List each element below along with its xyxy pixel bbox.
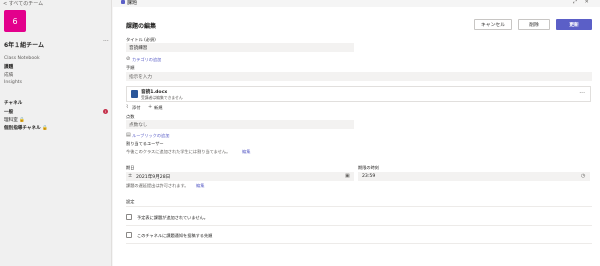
add-category-link[interactable]: カテゴリの追加 [132,57,161,63]
back-to-teams-link[interactable]: < すべてのチーム [3,0,43,7]
app-title: 課題 [127,0,138,6]
new-button[interactable]: 新規 [154,105,162,111]
plus-icon: + [148,104,153,110]
attachment-permission: 受講者は編集できません [141,95,183,100]
nav-assignments[interactable]: 課題 [4,64,13,70]
instructions-label: 手順 [126,65,135,70]
divider [126,225,592,226]
date-dropdown-icon[interactable]: ▣ [345,173,350,179]
attach-button[interactable]: 添付 [132,105,140,111]
nav-grades[interactable]: 成績 [4,72,13,78]
points-input[interactable]: 点数なし [126,120,354,129]
attachment-card[interactable]: 音読1.docx 受講者は編集できません ··· [126,86,591,102]
notify-setting-icon[interactable] [126,232,132,238]
alert-badge: ! [103,109,108,114]
calendar-setting-icon[interactable] [126,214,132,220]
team-sidebar: < すべてのチーム 6 6年１組チーム ··· Class Notebook 課… [0,0,112,266]
assign-info: 今後このクラスに追加された学生には割り当てません。 [126,149,231,154]
late-edit-link[interactable]: 編集 [196,183,204,189]
app-header [113,0,600,6]
update-button[interactable]: 更新 [556,19,592,30]
calendar-setting-text: 予定表に課題が追加されていません。 [137,215,208,220]
assign-edit-link[interactable]: 編集 [242,149,250,155]
teams-window: { "sidebar": { "back_label": "< すべてのチーム"… [0,0,600,266]
assignments-app-icon [121,0,125,4]
instructions-input[interactable]: 指示を入力 [126,72,592,81]
team-name: 6年１組チーム [4,42,44,49]
discard-button[interactable]: 削除 [518,19,550,30]
title-input[interactable]: 音読練習 [126,43,354,52]
calendar-icon: ± [128,173,133,179]
settings-label: 設定 [126,199,135,204]
word-file-icon [131,90,138,98]
channel-private[interactable]: 個別指導チャネル 🔒 [4,125,48,131]
divider [126,206,592,207]
nav-class-notebook[interactable]: Class Notebook [4,56,40,61]
nav-insights[interactable]: Insights [4,80,22,85]
team-more-icon[interactable]: ··· [103,38,109,45]
channel-general[interactable]: 一般 [4,109,13,115]
due-time-label: 期限の時刻 [358,165,379,170]
notify-setting-text: このチャネルに課題通知を投稿する先順 [137,233,213,238]
divider [126,243,592,244]
due-time-picker[interactable]: 23:59 [358,172,590,181]
paperclip-icon: ⌇ [126,104,129,110]
cancel-button[interactable]: キャンセル [474,19,512,30]
window-controls-icon[interactable]: ⤢ ✕ [573,0,592,5]
channel-science[interactable]: 理科室 🔒 [4,117,25,123]
assign-to-label: 割り当てるユーザー [126,141,164,146]
clock-icon[interactable]: ◷ [581,173,585,179]
rubric-icon: ▤ [126,132,131,138]
tag-icon: ⊘ [126,56,131,62]
due-date-label: 期日 [126,165,135,170]
attachment-more-icon[interactable]: ··· [579,90,585,97]
page-title: 課題の編集 [126,23,157,30]
channels-heading: チャネル [4,101,23,106]
add-rubric-link[interactable]: ルーブリックの追加 [132,133,169,139]
late-submission-info: 課題の遅延提出は許可されます。 [126,183,189,188]
due-date-picker[interactable]: 2021年9月28日 [126,172,354,181]
team-avatar: 6 [4,10,26,32]
